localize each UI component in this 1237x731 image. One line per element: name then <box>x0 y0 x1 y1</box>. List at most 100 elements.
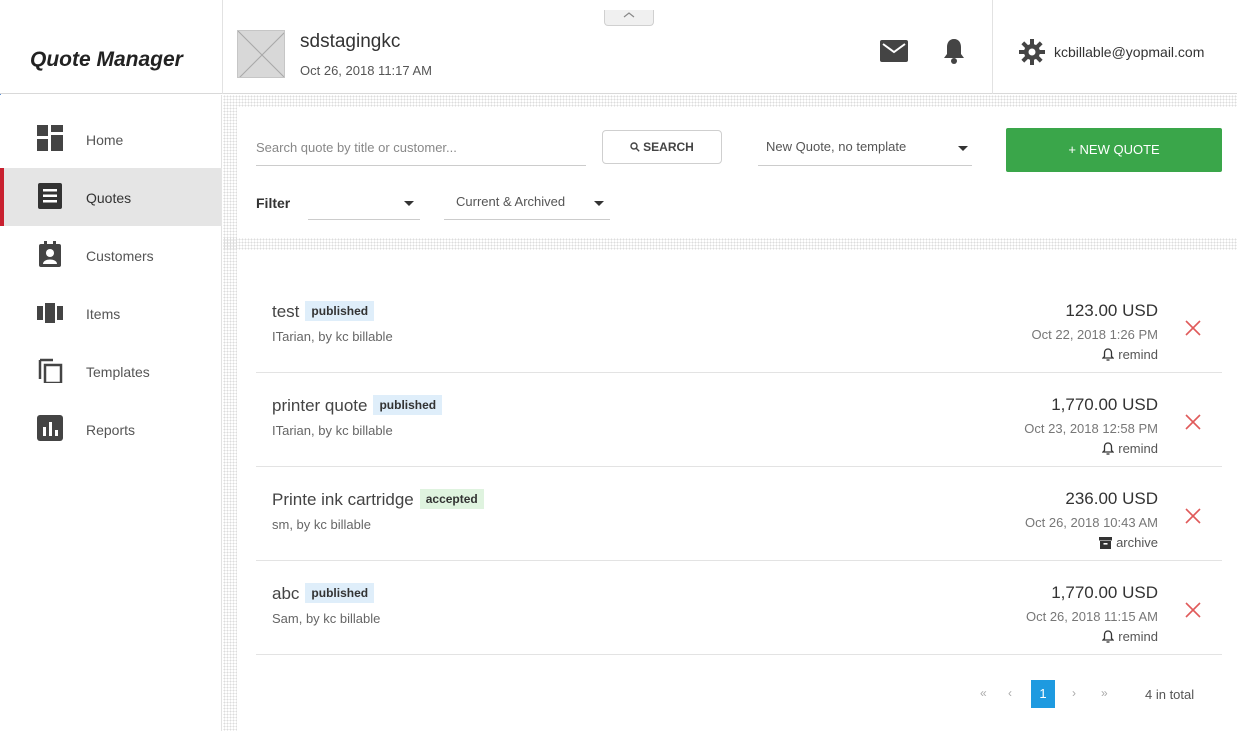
quote-title-line: test published <box>272 301 375 322</box>
sidebar-item-label: Templates <box>86 364 150 380</box>
sidebar-item-label: Items <box>86 306 121 322</box>
total-count: 4 in total <box>1145 687 1195 702</box>
close-icon[interactable] <box>1184 601 1202 619</box>
gear-icon[interactable] <box>1018 38 1046 66</box>
status-badge: published <box>373 395 443 415</box>
last-page-button[interactable]: » <box>1101 686 1108 700</box>
quote-date: Oct 23, 2018 12:58 PM <box>1024 421 1158 436</box>
sidebar-item-reports[interactable]: Reports <box>0 400 222 458</box>
quote-date: Oct 22, 2018 1:26 PM <box>1031 327 1158 342</box>
quote-amount: 1,770.00 USD <box>1051 395 1158 414</box>
remind-button[interactable]: remind <box>1101 441 1158 456</box>
sidebar-item-label: Reports <box>86 422 136 438</box>
sidebar-item-label: Customers <box>86 248 154 264</box>
collapse-header-button[interactable] <box>604 10 654 26</box>
chevron-up-icon <box>623 12 635 18</box>
prev-page-button[interactable]: ‹ <box>1008 686 1012 700</box>
quote-date: Oct 26, 2018 11:15 AM <box>1025 609 1158 624</box>
bell-outline-icon <box>1101 630 1115 643</box>
quote-title[interactable]: Printe ink cartridge <box>272 490 414 509</box>
sidebar-item-items[interactable]: Items <box>0 284 222 342</box>
sidebar-item-label: Home <box>86 132 124 148</box>
filter-select[interactable] <box>308 186 420 220</box>
quote-date: Oct 26, 2018 10:43 AM <box>1025 515 1158 530</box>
mail-icon[interactable] <box>880 40 908 62</box>
quote-title[interactable]: abc <box>272 584 299 603</box>
status-select[interactable]: Current & Archived <box>444 186 610 220</box>
quote-title-line: printer quote published <box>272 395 443 416</box>
sidebar-item-quotes[interactable]: Quotes <box>0 168 222 226</box>
archive-icon <box>1099 537 1113 549</box>
sidebar-item-customers[interactable]: Customers <box>0 226 222 284</box>
filter-label: Filter <box>256 195 291 211</box>
quote-title-line: Printe ink cartridge accepted <box>272 489 484 510</box>
page-1-button[interactable]: 1 <box>1031 680 1055 708</box>
header-divider-right <box>992 0 993 94</box>
remind-label: remind <box>1118 629 1158 644</box>
quote-title[interactable]: test <box>272 302 299 321</box>
quote-customer: ITarian, by kc billable <box>272 423 393 438</box>
close-icon[interactable] <box>1184 319 1202 337</box>
texture-band-left <box>223 95 237 731</box>
close-icon[interactable] <box>1184 507 1202 525</box>
sidebar-item-label: Quotes <box>86 190 132 206</box>
quote-title[interactable]: printer quote <box>272 396 367 415</box>
quote-customer: ITarian, by kc billable <box>272 329 393 344</box>
status-badge: published <box>305 583 375 603</box>
archive-button[interactable]: archive <box>1099 535 1158 550</box>
sidebar-item-home[interactable]: Home <box>0 110 222 168</box>
chevron-down-icon <box>404 200 414 206</box>
search-icon <box>630 142 640 152</box>
quote-row[interactable]: abc published Sam, by kc billable 1,770.0… <box>256 561 1222 655</box>
quote-customer: Sam, by kc billable <box>272 611 381 626</box>
search-button-label: SEARCH <box>643 140 694 154</box>
new-quote-button[interactable]: + NEW QUOTE <box>1006 128 1222 172</box>
user-email[interactable]: kcbillable@yopmail.com <box>1054 44 1204 60</box>
archive-label: archive <box>1116 535 1158 550</box>
remind-label: remind <box>1118 441 1158 456</box>
org-datetime: Oct 26, 2018 11:17 AM <box>300 63 433 78</box>
quote-amount: 123.00 USD <box>1065 301 1158 320</box>
remind-button[interactable]: remind <box>1101 629 1158 644</box>
chevron-down-icon <box>958 145 968 151</box>
search-input[interactable] <box>256 130 586 166</box>
quote-customer: sm, by kc billable <box>272 517 371 532</box>
sidebar-item-templates[interactable]: Templates <box>0 342 222 400</box>
app-title: Quote Manager <box>30 48 183 71</box>
items-icon <box>37 303 63 323</box>
org-name: sdstagingkc <box>300 31 401 52</box>
chevron-down-icon <box>594 200 604 206</box>
home-icon <box>37 125 63 151</box>
remind-label: remind <box>1118 347 1158 362</box>
template-select-value: New Quote, no template <box>766 139 907 154</box>
bell-icon[interactable] <box>942 37 966 65</box>
customers-icon <box>39 241 61 267</box>
quote-row[interactable]: test published ITarian, by kc billable 12… <box>256 279 1222 373</box>
texture-band-mid <box>223 238 1237 250</box>
sidebar: Home Quotes Customers Items Templates Re… <box>0 95 222 731</box>
quotes-icon <box>38 183 62 209</box>
template-select[interactable]: New Quote, no template <box>758 130 972 166</box>
quote-row[interactable]: printer quote published ITarian, by kc bi… <box>256 373 1222 467</box>
remind-button[interactable]: remind <box>1101 347 1158 362</box>
bell-outline-icon <box>1101 348 1115 361</box>
quote-amount: 236.00 USD <box>1065 489 1158 508</box>
next-page-button[interactable]: › <box>1072 686 1076 700</box>
quote-title-line: abc published <box>272 583 375 604</box>
first-page-button[interactable]: « <box>980 686 987 700</box>
org-avatar <box>237 30 285 78</box>
status-badge: accepted <box>419 489 484 509</box>
quote-row[interactable]: Printe ink cartridge accepted sm, by kc b… <box>256 467 1222 561</box>
texture-band-top <box>223 95 1237 107</box>
close-icon[interactable] <box>1184 413 1202 431</box>
quote-amount: 1,770.00 USD <box>1051 583 1158 602</box>
status-select-value: Current & Archived <box>456 194 566 209</box>
header-divider <box>222 0 223 94</box>
templates-icon <box>38 358 63 383</box>
bell-outline-icon <box>1101 442 1115 455</box>
reports-icon <box>37 415 63 441</box>
avatar-placeholder-icon <box>238 31 284 77</box>
header: Quote Manager sdstagingkc Oct 26, 2018 1… <box>0 0 1237 94</box>
status-badge: published <box>305 301 375 321</box>
search-button[interactable]: SEARCH <box>602 130 722 164</box>
